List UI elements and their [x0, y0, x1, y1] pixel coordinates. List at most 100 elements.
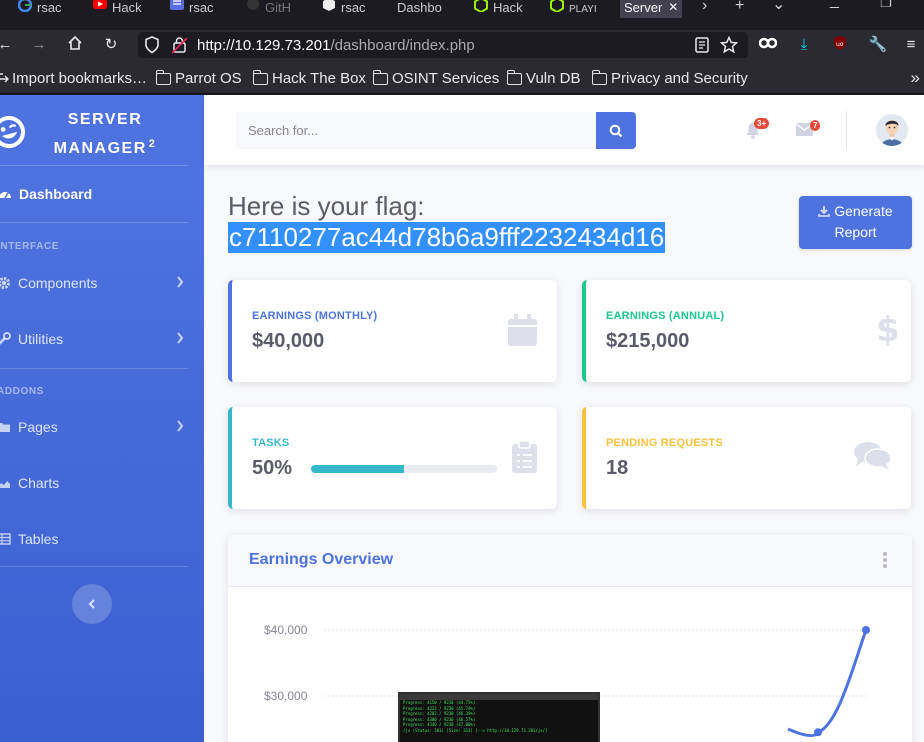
sidebar-item-label: Tables [18, 531, 59, 547]
folder-icon [506, 69, 522, 85]
youtube-icon [93, 0, 107, 12]
chevron-right-icon [177, 420, 184, 432]
chevron-left-icon [88, 599, 95, 609]
shield-icon[interactable] [144, 36, 160, 59]
forward-icon[interactable]: → [28, 35, 50, 55]
new-tab-icon[interactable]: + [735, 0, 744, 15]
minimize-icon[interactable]: _ [830, 0, 839, 10]
browser-tab[interactable]: rsac [322, 0, 366, 18]
card-label: Pending Requests [606, 437, 723, 449]
card-label: Earnings (Annual) [606, 310, 725, 322]
brand-title: Server Manager 2 [40, 108, 170, 161]
tab-list-icon[interactable]: ⌄ [772, 0, 785, 14]
tab-label: rsac [189, 0, 214, 15]
back-icon[interactable]: ← [0, 35, 16, 55]
folder-icon [591, 69, 607, 85]
browser-tab[interactable]: rsac [17, 0, 62, 18]
dollar-icon: $ [876, 312, 897, 346]
search-button[interactable] [596, 112, 636, 149]
table-icon [0, 533, 11, 545]
bookmark-star-icon[interactable] [719, 35, 739, 59]
generate-report-label-2: Report [834, 224, 877, 240]
sidebar-heading-addons: Addons [0, 386, 44, 397]
tab-scroll-right-icon[interactable]: › [702, 0, 707, 15]
browser-tab[interactable]: GitH [246, 0, 291, 18]
bookmark-label: Import bookmarks… [12, 70, 148, 87]
wrench-tools-icon[interactable]: 🔧 [867, 35, 889, 55]
search-input[interactable] [236, 112, 597, 149]
brand-line-2: Manager [53, 140, 147, 157]
chart-menu-icon[interactable] [882, 552, 888, 570]
bookmarks-overflow-icon[interactable]: » [911, 68, 920, 88]
browser-tab[interactable]: PLAYI [550, 0, 597, 18]
folder-icon [372, 69, 388, 85]
sidebar-item-pages[interactable]: Pages [0, 415, 188, 439]
restore-icon[interactable]: ❐ [880, 0, 892, 11]
browser-tab[interactable]: rsac [170, 0, 214, 18]
bookmark-folder[interactable]: OSINT Services [372, 69, 499, 87]
google-icon [17, 0, 33, 13]
sidebar-item-label: Dashboard [19, 186, 93, 202]
bookmark-label: Privacy and Security [611, 70, 748, 87]
bookmark-folder[interactable]: Hack The Box [252, 69, 366, 87]
sidebar-divider [0, 222, 188, 223]
htb-icon [550, 0, 564, 14]
sidebar-brand[interactable]: Server Manager 2 [0, 95, 188, 165]
tab-label: PLAYI [569, 4, 597, 15]
sidebar-item-dashboard[interactable]: Dashboard [0, 182, 188, 206]
messages-dropdown[interactable]: 7 [796, 120, 821, 141]
download-icon[interactable]: ⤓ [793, 35, 815, 55]
chart-card-header: Earnings Overview [228, 535, 912, 587]
browser-tab[interactable]: Dashbo [397, 0, 442, 18]
url-bar[interactable]: http://10.129.73.201/dashboard/index.php [138, 32, 748, 58]
tab-label: rsac [37, 0, 62, 15]
htb-icon [474, 0, 488, 14]
tab-label: Server [624, 0, 663, 15]
alerts-dropdown[interactable]: 3+ [745, 118, 770, 144]
sidebar-item-components[interactable]: Components [0, 271, 188, 295]
avatar[interactable] [876, 114, 908, 146]
sidebar-item-utilities[interactable]: Utilities [0, 327, 188, 351]
generate-report-button[interactable]: Generate Report [799, 196, 912, 249]
bookmark-folder[interactable]: Parrot OS [155, 69, 242, 87]
earnings-data-point[interactable] [862, 626, 870, 634]
folder-icon [252, 69, 268, 85]
browser-tab-active[interactable]: Server ✕ [620, 0, 683, 18]
sidebar-divider [0, 566, 188, 567]
area-chart-icon [0, 481, 10, 488]
close-tab-icon[interactable]: ✕ [668, 0, 678, 14]
sidebar-item-label: Pages [18, 419, 58, 435]
terminal-output: Progress: 4150 / 9230 (44.75%) Progress: … [400, 700, 598, 733]
hamburger-menu-icon[interactable]: ≡ [900, 35, 922, 55]
search-form [236, 112, 636, 149]
laugh-wink-icon [0, 116, 25, 148]
insecure-lock-icon[interactable] [171, 36, 188, 59]
flag-heading: Here is your flag: [228, 191, 425, 221]
sidebar-toggle-button[interactable] [72, 584, 112, 624]
clipboard-icon [512, 441, 537, 473]
sidebar-item-charts[interactable]: Charts [0, 471, 188, 495]
sidebar-item-tables[interactable]: Tables [0, 527, 188, 551]
bookmark-label: Parrot OS [175, 70, 242, 87]
y-tick-label: $30,000 [264, 689, 308, 703]
reload-icon[interactable]: ↻ [100, 35, 122, 55]
folder-icon [0, 423, 10, 432]
bookmark-folder[interactable]: Vuln DB [506, 69, 580, 87]
alerts-badge: 3+ [754, 118, 770, 129]
earnings-data-point[interactable] [814, 728, 822, 737]
card-label: Earnings (Monthly) [252, 310, 378, 322]
card-value: $40,000 [252, 330, 325, 352]
ublock-icon[interactable]: uo [829, 35, 851, 57]
mask-extension-icon[interactable] [757, 35, 779, 55]
card-earnings-monthly: Earnings (Monthly) $40,000 [228, 280, 557, 382]
sidebar-divider [0, 165, 188, 166]
page-viewport: Server Manager 2 Dashboard Interface Comp… [0, 95, 924, 742]
reader-view-icon[interactable] [694, 36, 710, 59]
terminal-window-thumbnail[interactable]: Progress: 4150 / 9230 (44.75%) Progress: … [398, 692, 600, 742]
browser-tab[interactable]: Hack [93, 0, 142, 18]
browser-tab[interactable]: Hack [474, 0, 523, 18]
home-icon[interactable] [64, 35, 86, 57]
card-value: 50% [252, 457, 293, 479]
bookmark-folder[interactable]: Privacy and Security [591, 69, 748, 87]
bookmark-import[interactable]: Import bookmarks… [0, 70, 147, 87]
